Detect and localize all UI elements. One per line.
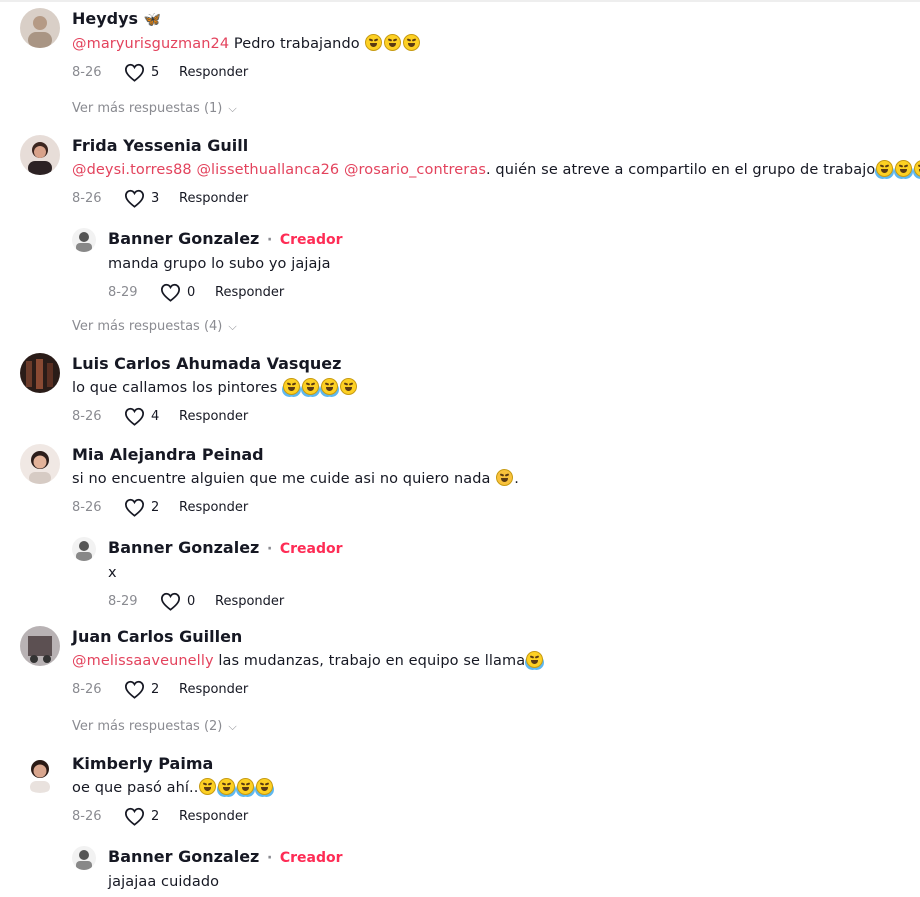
avatar[interactable]: [20, 135, 60, 175]
like-count: 0: [187, 593, 196, 609]
mention-link[interactable]: @rosario_contreras: [344, 162, 486, 178]
reply-author: Banner Gonzalez · Creador: [108, 229, 343, 248]
mention-link[interactable]: @maryurisguzman24: [72, 36, 229, 52]
reply-button[interactable]: Responder: [179, 65, 248, 80]
squinting-tongue-emoji: [199, 778, 217, 795]
reply-author: Banner Gonzalez · Creador: [108, 847, 343, 866]
avatar[interactable]: [72, 537, 96, 561]
rofl-emoji: [365, 34, 383, 51]
reply-text: manda grupo lo subo yo jajaja: [108, 256, 331, 272]
comment-date: 8-26: [72, 190, 102, 206]
like-button[interactable]: 3: [124, 189, 173, 208]
reply-date: 8-29: [108, 284, 138, 300]
like-count: 5: [151, 64, 160, 80]
chevron-down-icon: ⌵: [228, 320, 237, 333]
view-more-replies[interactable]: Ver más respuestas (4) ⌵: [72, 316, 237, 336]
heart-outline-icon: [124, 407, 145, 426]
heart-outline-icon: [124, 63, 145, 82]
comment-author[interactable]: Heydys 🦋: [72, 8, 920, 31]
comment-text: lo que callamos los pintores: [72, 377, 920, 399]
reply-button[interactable]: Responder: [215, 594, 284, 609]
avatar[interactable]: [20, 353, 60, 393]
heart-outline-icon: [124, 189, 145, 208]
reply-text: x: [108, 565, 117, 581]
like-button[interactable]: 2: [124, 680, 173, 699]
rofl-emoji: [403, 34, 421, 51]
reply-button[interactable]: Responder: [179, 191, 248, 206]
avatar[interactable]: [20, 626, 60, 666]
comment-author[interactable]: Frida Yessenia Guill: [72, 135, 920, 157]
like-count: 3: [151, 190, 160, 206]
comment-text: @melissaaveunelly las mudanzas, trabajo …: [72, 650, 920, 672]
avatar[interactable]: [72, 846, 96, 870]
like-count: 2: [151, 499, 160, 515]
comment-author[interactable]: Mia Alejandra Peinad: [72, 444, 920, 466]
reply-button[interactable]: Responder: [179, 682, 248, 697]
mention-link[interactable]: @deysi.torres88: [72, 162, 192, 178]
comment-date: 8-26: [72, 64, 102, 80]
tears-of-joy-emoji: [321, 378, 339, 395]
tears-of-joy-emoji: [218, 778, 236, 795]
reply-button[interactable]: Responder: [179, 809, 248, 824]
creator-badge: Creador: [279, 850, 343, 866]
comment-date: 8-26: [72, 808, 102, 824]
like-count: 0: [187, 284, 196, 300]
like-button[interactable]: 2: [124, 807, 173, 826]
reply-button[interactable]: Responder: [215, 285, 284, 300]
avatar[interactable]: [20, 753, 60, 793]
like-button[interactable]: 0: [160, 283, 209, 302]
rofl-emoji: [384, 34, 402, 51]
top-divider: [0, 0, 920, 2]
tears-of-joy-emoji: [256, 778, 274, 795]
heart-outline-icon: [160, 283, 181, 302]
view-more-replies[interactable]: Ver más respuestas (2) ⌵: [72, 716, 237, 736]
comment-text: oe que pasó ahí..: [72, 777, 920, 799]
chevron-down-icon: ⌵: [228, 102, 237, 115]
heart-outline-icon: [124, 680, 145, 699]
comment-text: @deysi.torres88 @lissethuallanca26 @rosa…: [72, 159, 920, 181]
mention-link[interactable]: @lissethuallanca26: [196, 162, 339, 178]
like-button[interactable]: 4: [124, 407, 173, 426]
heart-outline-icon: [160, 592, 181, 611]
comment-text: @maryurisguzman24 Pedro trabajando: [72, 33, 920, 55]
reply-button[interactable]: Responder: [179, 500, 248, 515]
comment-author[interactable]: Kimberly Paima: [72, 753, 920, 775]
tears-of-joy-emoji: [876, 160, 894, 177]
like-count: 2: [151, 681, 160, 697]
heart-outline-icon: [124, 807, 145, 826]
tears-of-joy-emoji: [283, 378, 301, 395]
reply-button[interactable]: Responder: [179, 409, 248, 424]
like-count: 2: [151, 808, 160, 824]
like-button[interactable]: 2: [124, 498, 173, 517]
tears-of-joy-emoji: [237, 778, 255, 795]
mention-link[interactable]: @melissaaveunelly: [72, 653, 214, 669]
creator-badge: Creador: [279, 541, 343, 557]
tears-of-joy-emoji: [895, 160, 913, 177]
chevron-down-icon: ⌵: [228, 720, 237, 733]
comment-date: 8-26: [72, 499, 102, 515]
tears-of-joy-emoji: [914, 160, 920, 177]
tears-of-joy-emoji: [526, 651, 544, 668]
comment-author[interactable]: Juan Carlos Guillen: [72, 626, 920, 648]
reply-date: 8-29: [108, 593, 138, 609]
creator-badge: Creador: [279, 232, 343, 248]
like-button[interactable]: 5: [124, 63, 173, 82]
comment-date: 8-26: [72, 681, 102, 697]
avatar[interactable]: [72, 228, 96, 252]
smiling-hearts-emoji: [496, 469, 514, 486]
tears-of-joy-emoji: [302, 378, 320, 395]
reply-text: jajajaa cuidado: [108, 874, 220, 890]
grinning-sweat-emoji: [340, 378, 358, 395]
reply-author: Banner Gonzalez · Creador: [108, 538, 343, 557]
heart-outline-icon: [124, 498, 145, 517]
comment-date: 8-26: [72, 408, 102, 424]
avatar[interactable]: [20, 444, 60, 484]
avatar[interactable]: [20, 8, 60, 48]
comment-text: si no encuentre alguien que me cuide asi…: [72, 469, 519, 487]
like-button[interactable]: 0: [160, 592, 209, 611]
comment-author[interactable]: Luis Carlos Ahumada Vasquez: [72, 353, 920, 375]
view-more-replies[interactable]: Ver más respuestas (1) ⌵: [72, 98, 237, 118]
butterfly-icon: 🦋: [143, 12, 162, 28]
like-count: 4: [151, 408, 160, 424]
